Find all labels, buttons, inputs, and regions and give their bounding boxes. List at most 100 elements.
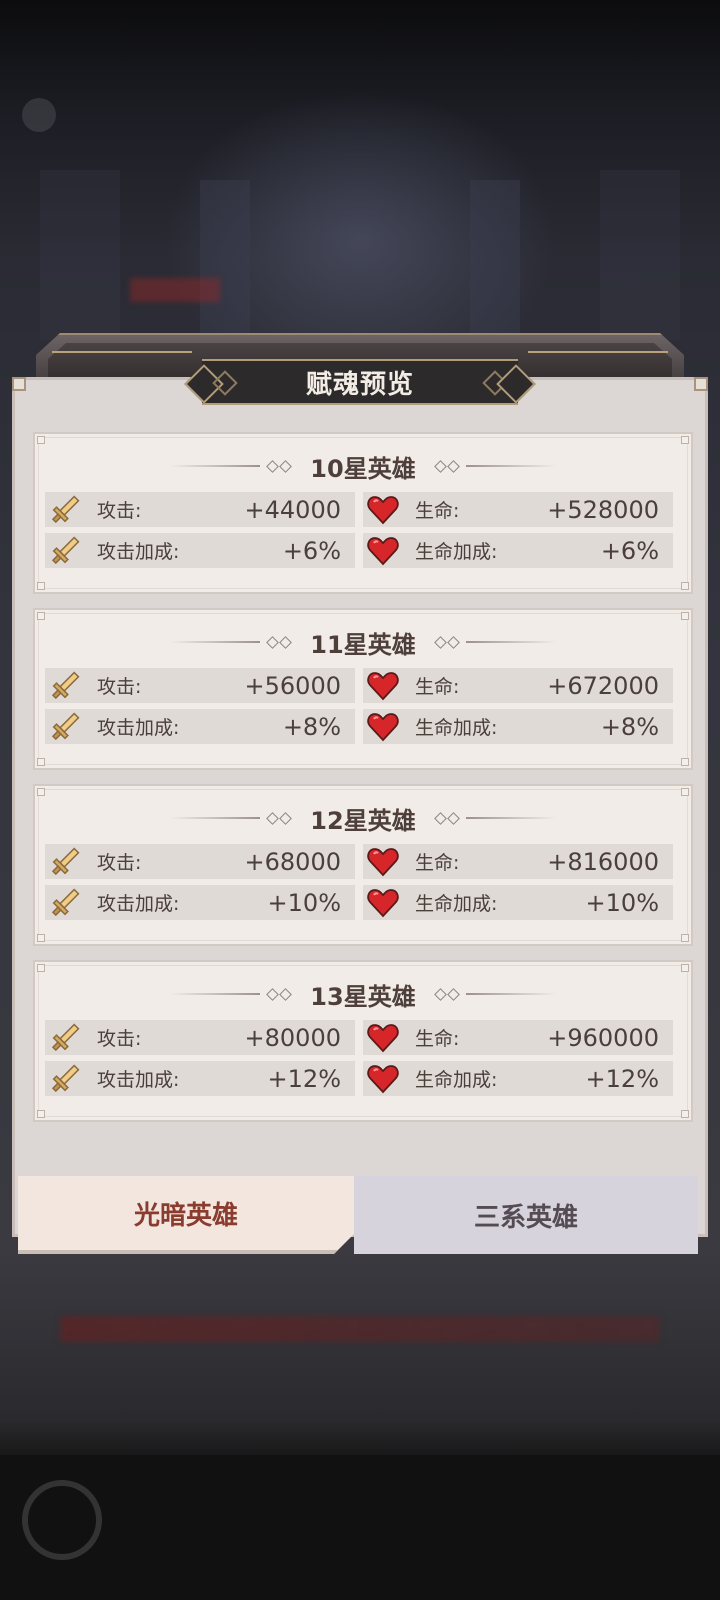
stat-label: 生命: <box>415 500 460 522</box>
stat-hp: 生命: +528000 <box>363 492 673 527</box>
divider-left <box>170 641 261 643</box>
stat-value: +960000 <box>547 1023 659 1052</box>
stat-label: 攻击加成: <box>97 893 180 915</box>
stat-attack-bonus: 攻击加成: +6% <box>45 533 355 568</box>
diamond-ornament-icon <box>433 459 460 473</box>
stat-value: +672000 <box>547 671 659 700</box>
stat-hp: 生命: +960000 <box>363 1020 673 1055</box>
sword-icon <box>51 888 80 916</box>
divider-right <box>465 817 556 819</box>
stat-value: +8% <box>600 712 659 741</box>
sword-icon <box>51 1064 80 1092</box>
card-header: 10星英雄 <box>35 448 691 484</box>
stat-label: 攻击: <box>97 852 142 874</box>
stat-attack-bonus: 攻击加成: +8% <box>45 709 355 744</box>
divider-right <box>465 641 556 643</box>
title-plate: 赋魂预览 <box>202 359 518 405</box>
stat-value: +12% <box>585 1064 659 1093</box>
heart-icon <box>367 1064 399 1093</box>
divider-left <box>170 993 261 995</box>
sword-icon <box>51 847 80 875</box>
stat-attack: 攻击: +56000 <box>45 668 355 703</box>
stat-label: 生命加成: <box>415 541 498 563</box>
card-title: 10星英雄 <box>310 454 416 483</box>
stat-label: 攻击: <box>97 1028 142 1050</box>
modal-title: 赋魂预览 <box>305 369 414 400</box>
stat-label: 生命加成: <box>415 717 498 739</box>
hero-type-tabs: 光暗英雄 三系英雄 <box>18 1176 708 1256</box>
sword-icon <box>51 536 80 564</box>
stat-label: 攻击加成: <box>97 541 180 563</box>
soul-preview-modal: 10星英雄 攻击: +44000 生命: +528000 攻击加成: +6% 生… <box>12 333 708 1254</box>
card-title: 12星英雄 <box>310 806 416 835</box>
stat-attack: 攻击: +44000 <box>45 492 355 527</box>
tab-light-dark-heroes[interactable]: 光暗英雄 <box>18 1176 354 1254</box>
heart-icon <box>367 712 399 741</box>
stat-value: +44000 <box>244 495 341 524</box>
stat-label: 攻击: <box>97 500 142 522</box>
card-header: 13星英雄 <box>35 976 691 1012</box>
diamond-ornament-icon <box>433 811 460 825</box>
star-hero-card: 13星英雄 攻击: +80000 生命: +960000 攻击加成: +12% … <box>33 960 693 1122</box>
stat-value: +10% <box>585 888 659 917</box>
card-header: 11星英雄 <box>35 624 691 660</box>
divider-right <box>465 993 556 995</box>
stat-value: +6% <box>282 536 341 565</box>
diamond-ornament-icon <box>266 987 293 1001</box>
star-hero-card: 11星英雄 攻击: +56000 生命: +672000 攻击加成: +8% 生… <box>33 608 693 770</box>
stat-hp: 生命: +816000 <box>363 844 673 879</box>
card-title: 13星英雄 <box>310 982 416 1011</box>
star-hero-card: 10星英雄 攻击: +44000 生命: +528000 攻击加成: +6% 生… <box>33 432 693 594</box>
heart-icon <box>367 847 399 876</box>
diamond-ornament-icon <box>433 987 460 1001</box>
sword-icon <box>51 671 80 699</box>
stat-label: 生命加成: <box>415 893 498 915</box>
stat-value: +6% <box>600 536 659 565</box>
diamond-ornament-icon <box>433 635 460 649</box>
star-hero-card-list: 10星英雄 攻击: +44000 生命: +528000 攻击加成: +6% 生… <box>33 432 693 1136</box>
star-hero-card: 12星英雄 攻击: +68000 生命: +816000 攻击加成: +10% … <box>33 784 693 946</box>
stat-value: +8% <box>282 712 341 741</box>
stat-value: +528000 <box>547 495 659 524</box>
diamond-ornament-icon <box>266 459 293 473</box>
stat-value: +816000 <box>547 847 659 876</box>
stat-label: 生命: <box>415 676 460 698</box>
heart-icon <box>367 1023 399 1052</box>
stat-attack-bonus: 攻击加成: +12% <box>45 1061 355 1096</box>
stat-value: +56000 <box>244 671 341 700</box>
diamond-ornament-icon <box>266 811 293 825</box>
divider-left <box>170 465 261 467</box>
stat-value: +80000 <box>244 1023 341 1052</box>
stat-label: 攻击: <box>97 676 142 698</box>
heart-icon <box>367 495 399 524</box>
sword-icon <box>51 1023 80 1051</box>
stat-value: +68000 <box>244 847 341 876</box>
stat-label: 攻击加成: <box>97 1069 180 1091</box>
stat-hp-bonus: 生命加成: +10% <box>363 885 673 920</box>
stat-label: 攻击加成: <box>97 717 180 739</box>
stat-hp: 生命: +672000 <box>363 668 673 703</box>
sword-icon <box>51 712 80 740</box>
card-header: 12星英雄 <box>35 800 691 836</box>
stat-label: 生命加成: <box>415 1069 498 1091</box>
stat-hp-bonus: 生命加成: +12% <box>363 1061 673 1096</box>
stat-attack: 攻击: +80000 <box>45 1020 355 1055</box>
tab-three-element-heroes[interactable]: 三系英雄 <box>354 1176 698 1254</box>
stat-hp-bonus: 生命加成: +6% <box>363 533 673 568</box>
sword-icon <box>51 495 80 523</box>
heart-icon <box>367 536 399 565</box>
stat-attack-bonus: 攻击加成: +10% <box>45 885 355 920</box>
stat-value: +10% <box>267 888 341 917</box>
stat-value: +12% <box>267 1064 341 1093</box>
card-title: 11星英雄 <box>310 630 416 659</box>
stat-label: 生命: <box>415 852 460 874</box>
heart-icon <box>367 888 399 917</box>
heart-icon <box>367 671 399 700</box>
diamond-ornament-icon <box>266 635 293 649</box>
stat-attack: 攻击: +68000 <box>45 844 355 879</box>
divider-left <box>170 817 261 819</box>
stat-hp-bonus: 生命加成: +8% <box>363 709 673 744</box>
modal-body: 10星英雄 攻击: +44000 生命: +528000 攻击加成: +6% 生… <box>12 377 708 1254</box>
divider-right <box>465 465 556 467</box>
stat-label: 生命: <box>415 1028 460 1050</box>
